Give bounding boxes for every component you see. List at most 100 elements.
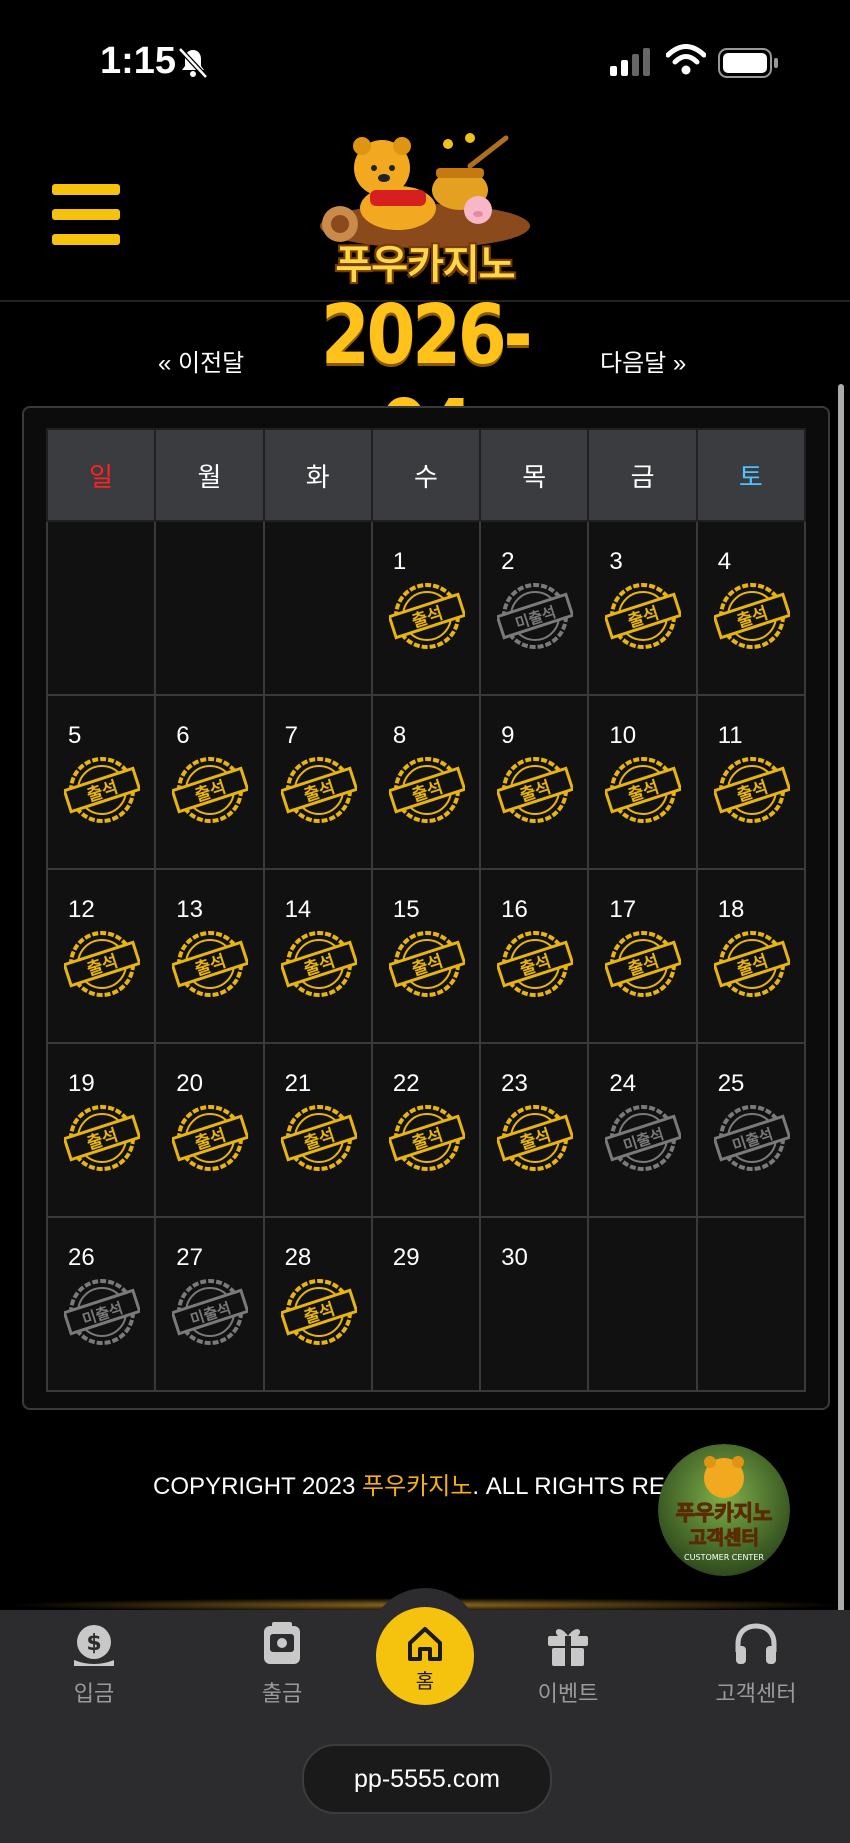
attended-stamp-icon: 출석 <box>280 757 357 823</box>
day-number: 6 <box>176 722 190 749</box>
attended-stamp-icon: 출석 <box>713 583 790 649</box>
wifi-icon <box>666 44 706 75</box>
copyright-prefix: COPYRIGHT 2023 <box>153 1473 363 1500</box>
day-number: 8 <box>392 722 407 749</box>
prev-month-link[interactable]: « 이전달 <box>158 343 244 378</box>
menu-bar-icon <box>52 209 120 220</box>
calendar-body: 1 출석 2 미출석 3 출석 4 출석 5 출석 6 출석 7 출석 8 출석 9 출석 10 출석 11 출석 12 출석… <box>45 520 807 1392</box>
bell-muted-icon <box>178 47 208 79</box>
attended-stamp-icon: 출석 <box>280 1279 357 1345</box>
withdraw-icon <box>264 1622 300 1664</box>
svg-text:$: $ <box>86 1631 101 1656</box>
day-number: 30 <box>501 1244 528 1271</box>
day-number: 24 <box>609 1070 637 1097</box>
calendar-day-cell: 2 미출석 <box>479 520 590 696</box>
calendar-empty-cell <box>45 520 157 696</box>
attendance-calendar: 일 월 화 수 목 금 토 1 출석 2 미출석 3 출석 4 출석 5 출석 6 출석 7 출석 8 출석 9… <box>22 406 830 1410</box>
day-number: 2 <box>501 548 515 575</box>
weekday-sunday: 일 <box>45 428 157 522</box>
day-number: 4 <box>717 548 732 575</box>
site-logo[interactable]: 푸우카지노 <box>300 128 550 288</box>
attended-stamp-icon: 출석 <box>713 757 790 823</box>
day-number: 20 <box>176 1070 203 1097</box>
nav-deposit-label: 입금 <box>73 1681 115 1706</box>
day-number: 19 <box>68 1070 95 1097</box>
attended-stamp-icon: 출석 <box>713 931 790 997</box>
cellular-signal-icon <box>610 48 650 76</box>
nav-event[interactable]: 이벤트 <box>508 1622 628 1708</box>
day-number: 1 <box>392 548 407 575</box>
attended-stamp-icon: 출석 <box>388 1105 465 1171</box>
calendar-day-cell: 17 출석 <box>587 868 698 1044</box>
cs-badge-title: 푸우카지노 <box>676 1501 773 1525</box>
calendar-day-cell: 29 <box>370 1216 482 1392</box>
nav-withdraw-label: 출금 <box>261 1681 303 1706</box>
calendar-week-row: 19 출석 20 출석 21 출석 22 출석 23 출석 24 미출석 25 미출석 <box>45 1042 807 1218</box>
calendar-day-cell: 3 출석 <box>587 520 698 696</box>
calendar-day-cell: 9 출석 <box>479 694 590 870</box>
calendar-day-cell: 15 출석 <box>370 868 482 1044</box>
calendar-day-cell: 26 미출석 <box>45 1216 157 1392</box>
next-month-link[interactable]: 다음달 » <box>600 343 686 378</box>
attended-stamp-icon: 출석 <box>497 931 574 997</box>
deposit-icon: $ <box>74 1625 114 1666</box>
weekday-wednesday: 수 <box>370 428 482 522</box>
calendar-day-cell: 8 출석 <box>370 694 482 870</box>
day-number: 21 <box>284 1070 312 1097</box>
day-number: 29 <box>392 1244 420 1271</box>
calendar-day-cell: 28 출석 <box>262 1216 373 1392</box>
day-number: 5 <box>68 722 82 749</box>
hamburger-menu-button[interactable] <box>52 184 120 245</box>
missed-stamp-icon: 미출석 <box>605 1105 682 1171</box>
scrollbar[interactable] <box>838 384 844 1714</box>
missed-stamp-icon: 미출석 <box>497 583 574 649</box>
day-number: 18 <box>717 896 745 923</box>
day-number: 26 <box>68 1244 95 1271</box>
menu-bar-icon <box>52 234 120 245</box>
calendar-day-cell: 13 출석 <box>154 868 265 1044</box>
attended-stamp-icon: 출석 <box>172 757 249 823</box>
cs-badge-subtitle: 고객센터 <box>689 1527 759 1549</box>
calendar-day-cell: 6 출석 <box>154 694 265 870</box>
missed-stamp-icon: 미출석 <box>64 1279 140 1345</box>
weekday-header-row: 일 월 화 수 목 금 토 <box>45 428 807 522</box>
logo-text: 푸우카지노 <box>335 242 516 288</box>
calendar-week-row: 5 출석 6 출석 7 출석 8 출석 9 출석 10 출석 11 출석 <box>45 694 807 870</box>
nav-home[interactable]: 홈 <box>376 1607 474 1705</box>
weekday-friday: 금 <box>587 428 698 522</box>
menu-bar-icon <box>52 184 120 195</box>
calendar-day-cell: 22 출석 <box>370 1042 482 1218</box>
nav-home-label: 홈 <box>415 1671 435 1693</box>
calendar-day-cell: 11 출석 <box>695 694 807 870</box>
attended-stamp-icon: 출석 <box>172 1105 249 1171</box>
calendar-week-row: 1 출석 2 미출석 3 출석 4 출석 <box>45 520 807 696</box>
status-time: 1:15 <box>100 40 177 82</box>
calendar-empty-cell <box>587 1216 698 1392</box>
day-number: 28 <box>284 1244 312 1271</box>
missed-stamp-icon: 미출석 <box>172 1279 249 1345</box>
day-number: 17 <box>609 896 637 923</box>
calendar-empty-cell <box>695 1216 807 1392</box>
battery-icon <box>718 48 778 78</box>
attended-stamp-icon: 출석 <box>605 931 682 997</box>
nav-deposit[interactable]: $ 입금 <box>34 1622 154 1708</box>
attended-stamp-icon: 출석 <box>605 583 682 649</box>
calendar-week-row: 26 미출석 27 미출석 28 출석 29 30 <box>45 1216 807 1392</box>
calendar-day-cell: 24 미출석 <box>587 1042 698 1218</box>
calendar-day-cell: 30 <box>479 1216 590 1392</box>
attended-stamp-icon: 출석 <box>280 1105 357 1171</box>
day-number: 15 <box>392 896 420 923</box>
attended-stamp-icon: 출석 <box>64 1105 140 1171</box>
day-number: 23 <box>501 1070 528 1097</box>
calendar-table: 일 월 화 수 목 금 토 1 출석 2 미출석 3 출석 4 출석 5 출석 6 출석 7 출석 8 출석 9… <box>45 428 807 1392</box>
attended-stamp-icon: 출석 <box>605 757 682 823</box>
weekday-monday: 월 <box>154 428 265 522</box>
nav-withdraw[interactable]: 출금 <box>222 1622 342 1708</box>
site-url-pill[interactable]: pp-5555.com <box>302 1744 552 1814</box>
attended-stamp-icon: 출석 <box>64 931 140 997</box>
customer-center-badge[interactable]: 푸우카지노 고객센터 CUSTOMER CENTER <box>658 1444 790 1576</box>
calendar-day-cell: 16 출석 <box>479 868 590 1044</box>
day-number: 11 <box>717 722 743 749</box>
calendar-day-cell: 19 출석 <box>45 1042 157 1218</box>
nav-customer-center[interactable]: 고객센터 <box>696 1622 816 1708</box>
